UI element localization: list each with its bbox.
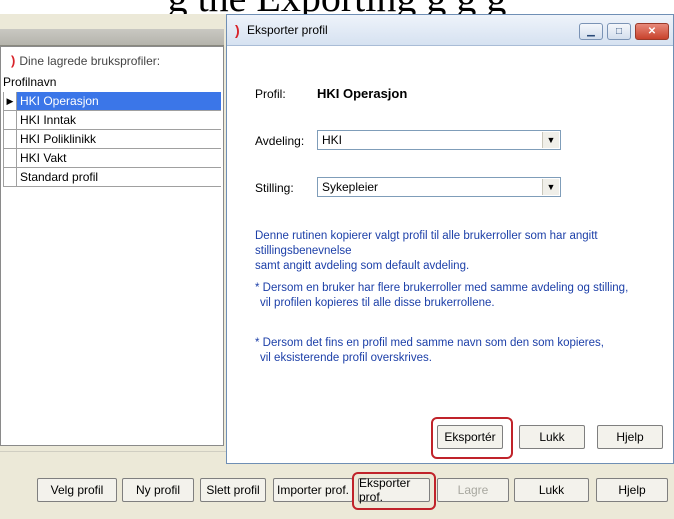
saved-profiles-panel: ) Dine lagrede bruksprofiler: Profilnavn… [0,46,224,446]
profile-name: HKI Operasjon [17,92,221,110]
eksporter-profil-dialog: ) Eksporter profil ▁ □ ✕ Profil: HKI Ope… [226,14,674,464]
dropdown-arrow-icon[interactable]: ▼ [542,132,559,148]
eksporter-highlight-ring [352,472,436,510]
profile-name: Standard profil [20,170,99,184]
logo-swoosh-icon: ) [11,53,16,68]
profile-list: ▶ HKI Operasjon HKI Inntak HKI Poliklini… [3,92,221,187]
column-header-profilnavn: Profilnavn [3,75,57,89]
list-item[interactable]: Standard profil [3,168,221,187]
list-item[interactable]: HKI Inntak [3,111,221,130]
info-text-1: Denne rutinen kopierer valgt profil til … [255,230,598,272]
stilling-select[interactable]: Sykepleier ▼ [317,177,561,197]
importer-profil-button[interactable]: Importer prof. [273,478,353,502]
list-item[interactable]: HKI Vakt [3,149,221,168]
avdeling-value: HKI [322,133,343,147]
panel-title: ) Dine lagrede bruksprofiler: [11,53,160,68]
list-item[interactable]: HKI Poliklinikk [3,130,221,149]
dialog-title: Eksporter profil [247,23,328,37]
velg-profil-button[interactable]: Velg profil [37,478,117,502]
panel-title-label: Dine lagrede bruksprofiler: [19,53,161,68]
ny-profil-button[interactable]: Ny profil [122,478,194,502]
left-header-bar [0,29,224,46]
lukk-button[interactable]: Lukk [514,478,589,502]
list-item[interactable]: ▶ HKI Operasjon [3,92,221,111]
row-pointer-icon: ▶ [4,92,17,110]
info-text-2: * Dersom en bruker har flere brukerrolle… [255,282,629,309]
hjelp-dialog-button[interactable]: Hjelp [597,425,663,449]
avdeling-select[interactable]: HKI ▼ [317,130,561,150]
stilling-value: Sykepleier [322,180,379,194]
minimize-icon[interactable]: ▁ [579,23,603,40]
lagre-button[interactable]: Lagre [437,478,509,502]
stilling-label: Stilling: [255,181,294,195]
dialog-title-bar: ) Eksporter profil ▁ □ ✕ [227,15,673,46]
eksporter-highlight-ring [431,417,513,459]
close-icon[interactable]: ✕ [635,23,669,40]
profil-label: Profil: [255,87,286,101]
profile-name: HKI Poliklinikk [20,132,97,146]
logo-swoosh-icon: ) [235,22,240,38]
info-text-3: * Dersom det fins en profil med samme na… [255,337,604,364]
profil-value: HKI Operasjon [317,86,408,101]
maximize-icon[interactable]: □ [607,23,631,40]
slett-profil-button[interactable]: Slett profil [200,478,266,502]
profile-name: HKI Vakt [20,151,67,165]
avdeling-label: Avdeling: [255,134,305,148]
hjelp-button[interactable]: Hjelp [596,478,668,502]
profile-name: HKI Inntak [20,113,77,127]
dropdown-arrow-icon[interactable]: ▼ [542,179,559,195]
lukk-dialog-button[interactable]: Lukk [519,425,585,449]
